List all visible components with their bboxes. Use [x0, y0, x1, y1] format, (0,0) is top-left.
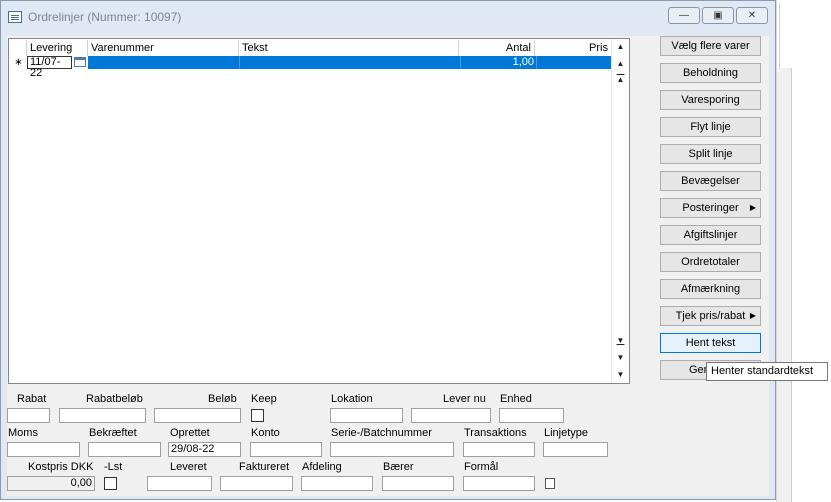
transaktions-field[interactable] [463, 442, 535, 457]
levering-cell[interactable]: 11/07-22 [27, 56, 72, 79]
grid-scrollbar[interactable]: ▲ ▲ ▲ ▼ ▼ ▼ [611, 39, 629, 383]
formal-label: Formål [464, 461, 499, 473]
item-tracking-button[interactable]: Varesporing [660, 90, 761, 110]
tooltip: Henter standardtekst [706, 362, 828, 381]
serie-label: Serie-/Batchnummer [331, 427, 432, 439]
moms-field[interactable] [7, 442, 80, 457]
transaktions-label: Transaktions [464, 427, 527, 439]
move-line-button[interactable]: Flyt linje [660, 117, 761, 137]
lst-checkbox[interactable] [104, 477, 117, 490]
scroll-bottom-icon[interactable]: ▼ [616, 336, 625, 346]
lokation-field[interactable] [330, 408, 403, 423]
page-up-icon[interactable]: ▲ [616, 59, 625, 69]
faktureret-label: Faktureret [239, 461, 290, 473]
lever-nu-field[interactable] [411, 408, 491, 423]
afdeling-label: Afdeling [302, 461, 342, 473]
calendar-icon[interactable] [74, 57, 86, 67]
minimize-button[interactable]: — [668, 7, 700, 24]
postings-button[interactable]: Posteringer ▶ [660, 198, 761, 218]
new-row-marker: ∗ [14, 57, 23, 68]
submenu-arrow-icon: ▶ [749, 311, 756, 320]
inventory-button[interactable]: Beholdning [660, 63, 761, 83]
title-bar: Ordrelinjer (Nummer: 10097) [8, 9, 181, 25]
order-lines-grid[interactable]: Levering Varenummer Tekst Antal Pris ∗ 1… [8, 38, 630, 384]
minimize-icon: — [679, 10, 689, 21]
bekraeftet-label: Bekræftet [89, 427, 137, 439]
date-picker-cell[interactable] [72, 56, 88, 69]
pris-cell[interactable] [536, 56, 613, 69]
keep-label: Keep [251, 393, 277, 405]
order-totals-button[interactable]: Ordretotaler [660, 252, 761, 272]
scroll-top-icon[interactable]: ▲ [616, 75, 625, 85]
moms-label: Moms [8, 427, 38, 439]
formal-field[interactable] [463, 476, 535, 491]
baerer-field[interactable] [382, 476, 454, 491]
page-down-icon[interactable]: ▼ [616, 353, 625, 363]
close-button[interactable]: ✕ [736, 7, 768, 24]
konto-label: Konto [251, 427, 280, 439]
maximize-button[interactable]: ▣ [702, 7, 734, 24]
fetch-text-button[interactable]: Hent tekst [660, 333, 761, 353]
serie-field[interactable] [330, 442, 454, 457]
marking-button[interactable]: Afmærkning [660, 279, 761, 299]
bekraeftet-field[interactable] [88, 442, 161, 457]
lst-label: -Lst [104, 461, 123, 473]
close-icon: ✕ [747, 10, 757, 21]
varenummer-cell[interactable] [88, 56, 239, 69]
keep-checkbox[interactable] [251, 409, 264, 422]
rabat-label: Rabat [17, 393, 47, 405]
rabat-field[interactable] [7, 408, 50, 423]
row-header-corner [9, 40, 27, 56]
konto-field[interactable] [250, 442, 322, 457]
lokation-label: Lokation [331, 393, 373, 405]
faktureret-field[interactable] [220, 476, 293, 491]
scroll-down-icon[interactable]: ▼ [616, 370, 625, 380]
background-window [776, 0, 831, 502]
rabatbelob-field[interactable] [59, 408, 146, 423]
belob-field[interactable] [154, 408, 241, 423]
scroll-up-icon[interactable]: ▲ [616, 42, 625, 52]
tax-lines-button[interactable]: Afgiftslinjer [660, 225, 761, 245]
leveret-field[interactable] [147, 476, 212, 491]
movements-button[interactable]: Bevægelser [660, 171, 761, 191]
oprettet-field[interactable]: 29/08-22 [168, 442, 241, 457]
enhed-field[interactable] [499, 408, 564, 423]
maximize-icon: ▣ [713, 10, 723, 21]
antal-cell[interactable]: 1,00 [460, 56, 536, 69]
split-line-button[interactable]: Split linje [660, 144, 761, 164]
rabatbelob-label: Rabatbeløb [86, 393, 143, 405]
linjetype-label: Linjetype [544, 427, 589, 439]
col-header-levering[interactable]: Levering [27, 40, 88, 56]
select-more-items-button[interactable]: Vælg flere varer [660, 36, 761, 56]
check-price-discount-label: Tjek pris/rabat [675, 310, 746, 322]
form-app-icon [8, 11, 22, 23]
tekst-cell[interactable] [239, 56, 460, 69]
submenu-arrow-icon: ▶ [749, 203, 756, 212]
check-price-discount-button[interactable]: Tjek pris/rabat ▶ [660, 306, 761, 326]
kostpris-label: Kostpris DKK [28, 461, 94, 473]
oprettet-label: Oprettet [170, 427, 210, 439]
linjetype-field[interactable] [543, 442, 608, 457]
table-row[interactable]: ∗ 11/07-22 1,00 [10, 56, 613, 79]
background-strip [777, 68, 792, 502]
belob-label: Beløb [208, 393, 237, 405]
col-header-pris[interactable]: Pris [535, 40, 612, 56]
postings-button-label: Posteringer [682, 202, 739, 214]
note-icon[interactable] [545, 478, 555, 489]
col-header-antal[interactable]: Antal [459, 40, 535, 56]
window-title: Ordrelinjer (Nummer: 10097) [28, 10, 182, 24]
col-header-tekst[interactable]: Tekst [239, 40, 459, 56]
baerer-label: Bærer [383, 461, 414, 473]
col-header-varenummer[interactable]: Varenummer [88, 40, 239, 56]
lever-nu-label: Lever nu [443, 393, 486, 405]
afdeling-field[interactable] [301, 476, 373, 491]
enhed-label: Enhed [500, 393, 532, 405]
leveret-label: Leveret [170, 461, 207, 473]
kostpris-field: 0,00 [7, 476, 95, 491]
